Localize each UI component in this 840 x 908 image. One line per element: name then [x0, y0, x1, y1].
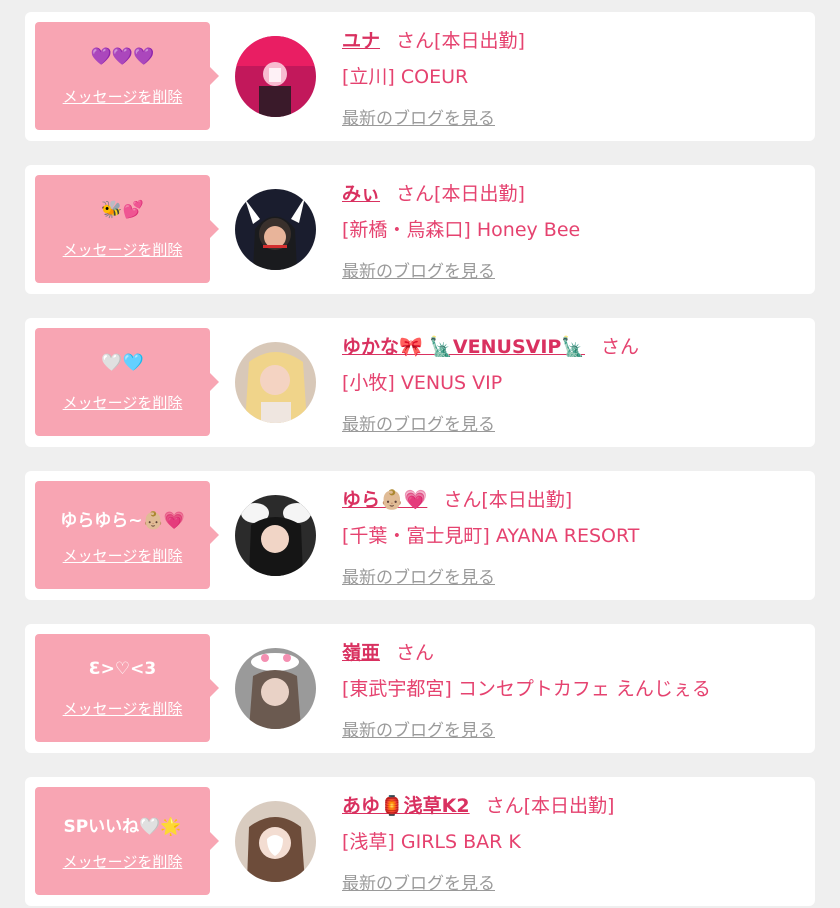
cast-name-link[interactable]: 嶺亜 [342, 642, 380, 664]
message-text: 🤍🩵 [101, 353, 144, 373]
honorific: さん [396, 183, 435, 205]
status-badge: [本日出勤] [481, 489, 573, 511]
cast-name-link[interactable]: ゆかな🎀 🗽VENUSVIP🗽 [342, 336, 585, 358]
message-bubble: SPいいね🤍🌟 メッセージを削除 [35, 787, 219, 895]
avatar[interactable] [235, 648, 316, 729]
status-badge: [本日出勤] [434, 183, 525, 205]
message-text: 🐝💕 [101, 200, 144, 220]
cast-name-row: ユナ さん[本日出勤] [342, 26, 525, 53]
cast-name-row: ゆかな🎀 🗽VENUSVIP🗽 さん [342, 332, 639, 359]
shop-label: [新橋・烏森口] Honey Bee [342, 219, 581, 241]
delete-message-link[interactable]: メッセージを削除 [35, 545, 210, 566]
cast-name-link[interactable]: ユナ [342, 30, 380, 52]
avatar[interactable] [235, 801, 316, 882]
delete-message-link[interactable]: メッセージを削除 [35, 392, 210, 413]
message-bubble: 🤍🩵 メッセージを削除 [35, 328, 219, 436]
cast-name-link[interactable]: みぃ [342, 183, 380, 205]
honorific: さん [396, 30, 435, 52]
latest-blog-link[interactable]: 最新のブログを見る [342, 410, 495, 435]
latest-blog-link[interactable]: 最新のブログを見る [342, 563, 495, 588]
cast-name-row: ゆら👶🏼💗 さん[本日出勤] [342, 485, 572, 512]
avatar[interactable] [235, 342, 316, 423]
delete-message-link[interactable]: メッセージを削除 [35, 698, 210, 719]
cast-name-row: あゆ🏮浅草K2 さん[本日出勤] [342, 791, 614, 818]
message-card: 🤍🩵 メッセージを削除 ゆかな🎀 🗽VENUSVIP🗽 さん [小牧] VENUS… [25, 318, 815, 447]
delete-message-link[interactable]: メッセージを削除 [35, 851, 210, 872]
message-card: 🐝💕 メッセージを削除 みぃ さん[本日出勤] [新橋・烏森口] Honey Be… [25, 165, 815, 294]
message-bubble: 🐝💕 メッセージを削除 [35, 175, 219, 283]
status-badge: [本日出勤] [523, 795, 615, 817]
message-bubble: Ɛ>♡<3 メッセージを削除 [35, 634, 219, 742]
message-card: ゆらゆら~👶🏼💗 メッセージを削除 ゆら👶🏼💗 さん[本日出勤] [千葉・富士見町… [25, 471, 815, 600]
shop-label: [立川] COEUR [342, 66, 469, 88]
honorific: さん [443, 489, 482, 511]
latest-blog-link[interactable]: 最新のブログを見る [342, 104, 495, 129]
honorific: さん [396, 642, 435, 664]
latest-blog-link[interactable]: 最新のブログを見る [342, 257, 495, 282]
avatar[interactable] [235, 495, 316, 576]
cast-name-link[interactable]: あゆ🏮浅草K2 [342, 795, 470, 817]
delete-message-link[interactable]: メッセージを削除 [35, 86, 210, 107]
message-card: SPいいね🤍🌟 メッセージを削除 あゆ🏮浅草K2 さん[本日出勤] [浅草] GI… [25, 777, 815, 906]
shop-label: [小牧] VENUS VIP [342, 372, 503, 394]
message-bubble: ゆらゆら~👶🏼💗 メッセージを削除 [35, 481, 219, 589]
avatar[interactable] [235, 189, 316, 270]
cast-name-row: 嶺亜 さん [342, 638, 434, 665]
status-badge: [本日出勤] [434, 30, 525, 52]
message-text: SPいいね🤍🌟 [63, 817, 182, 837]
message-text: Ɛ>♡<3 [88, 659, 157, 679]
message-text: 💜💜💜 [90, 47, 155, 67]
avatar[interactable] [235, 36, 316, 117]
message-card: 💜💜💜 メッセージを削除 ユナ さん[本日出勤] [立川] COEUR 最新のブロ… [25, 12, 815, 141]
shop-label: [浅草] GIRLS BAR K [342, 831, 521, 853]
honorific: さん [600, 336, 639, 358]
latest-blog-link[interactable]: 最新のブログを見る [342, 869, 495, 894]
shop-label: [東武宇都宮] コンセプトカフェ えんじぇる [342, 678, 711, 700]
delete-message-link[interactable]: メッセージを削除 [35, 239, 210, 260]
message-bubble: 💜💜💜 メッセージを削除 [35, 22, 219, 130]
latest-blog-link[interactable]: 最新のブログを見る [342, 716, 495, 741]
honorific: さん [485, 795, 524, 817]
cast-name-link[interactable]: ゆら👶🏼💗 [342, 489, 427, 511]
cast-name-row: みぃ さん[本日出勤] [342, 179, 525, 206]
message-text: ゆらゆら~👶🏼💗 [60, 511, 185, 531]
shop-label: [千葉・富士見町] AYANA RESORT [342, 525, 640, 547]
message-card: Ɛ>♡<3 メッセージを削除 嶺亜 さん [東武宇都宮] コンセプトカフェ えんじ… [25, 624, 815, 753]
